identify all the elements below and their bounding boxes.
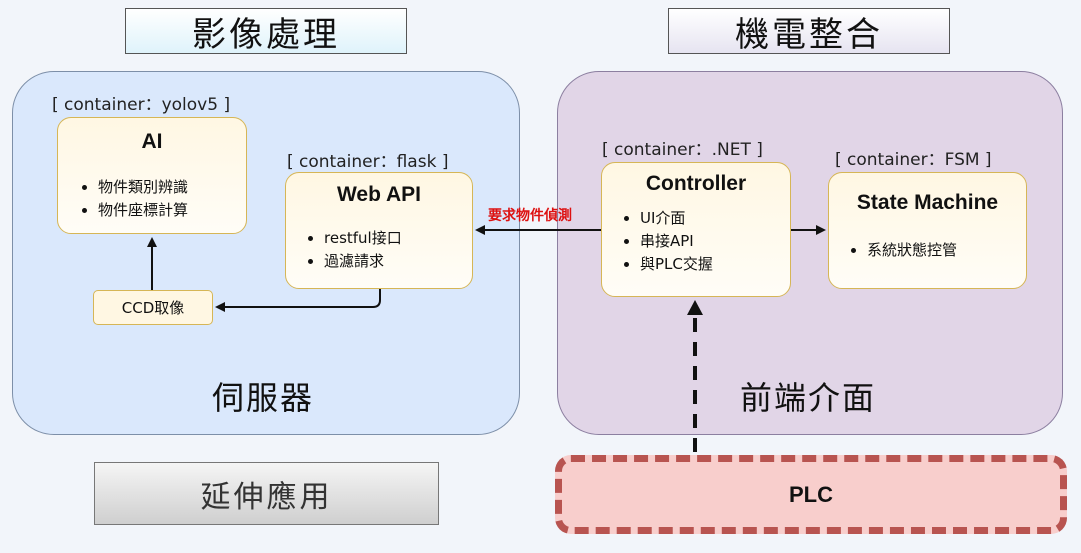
plc-to-controller-arrowhead: [687, 300, 703, 315]
connector-layer: [147, 225, 826, 452]
webapi-to-ccd-arrow: [215, 289, 381, 312]
